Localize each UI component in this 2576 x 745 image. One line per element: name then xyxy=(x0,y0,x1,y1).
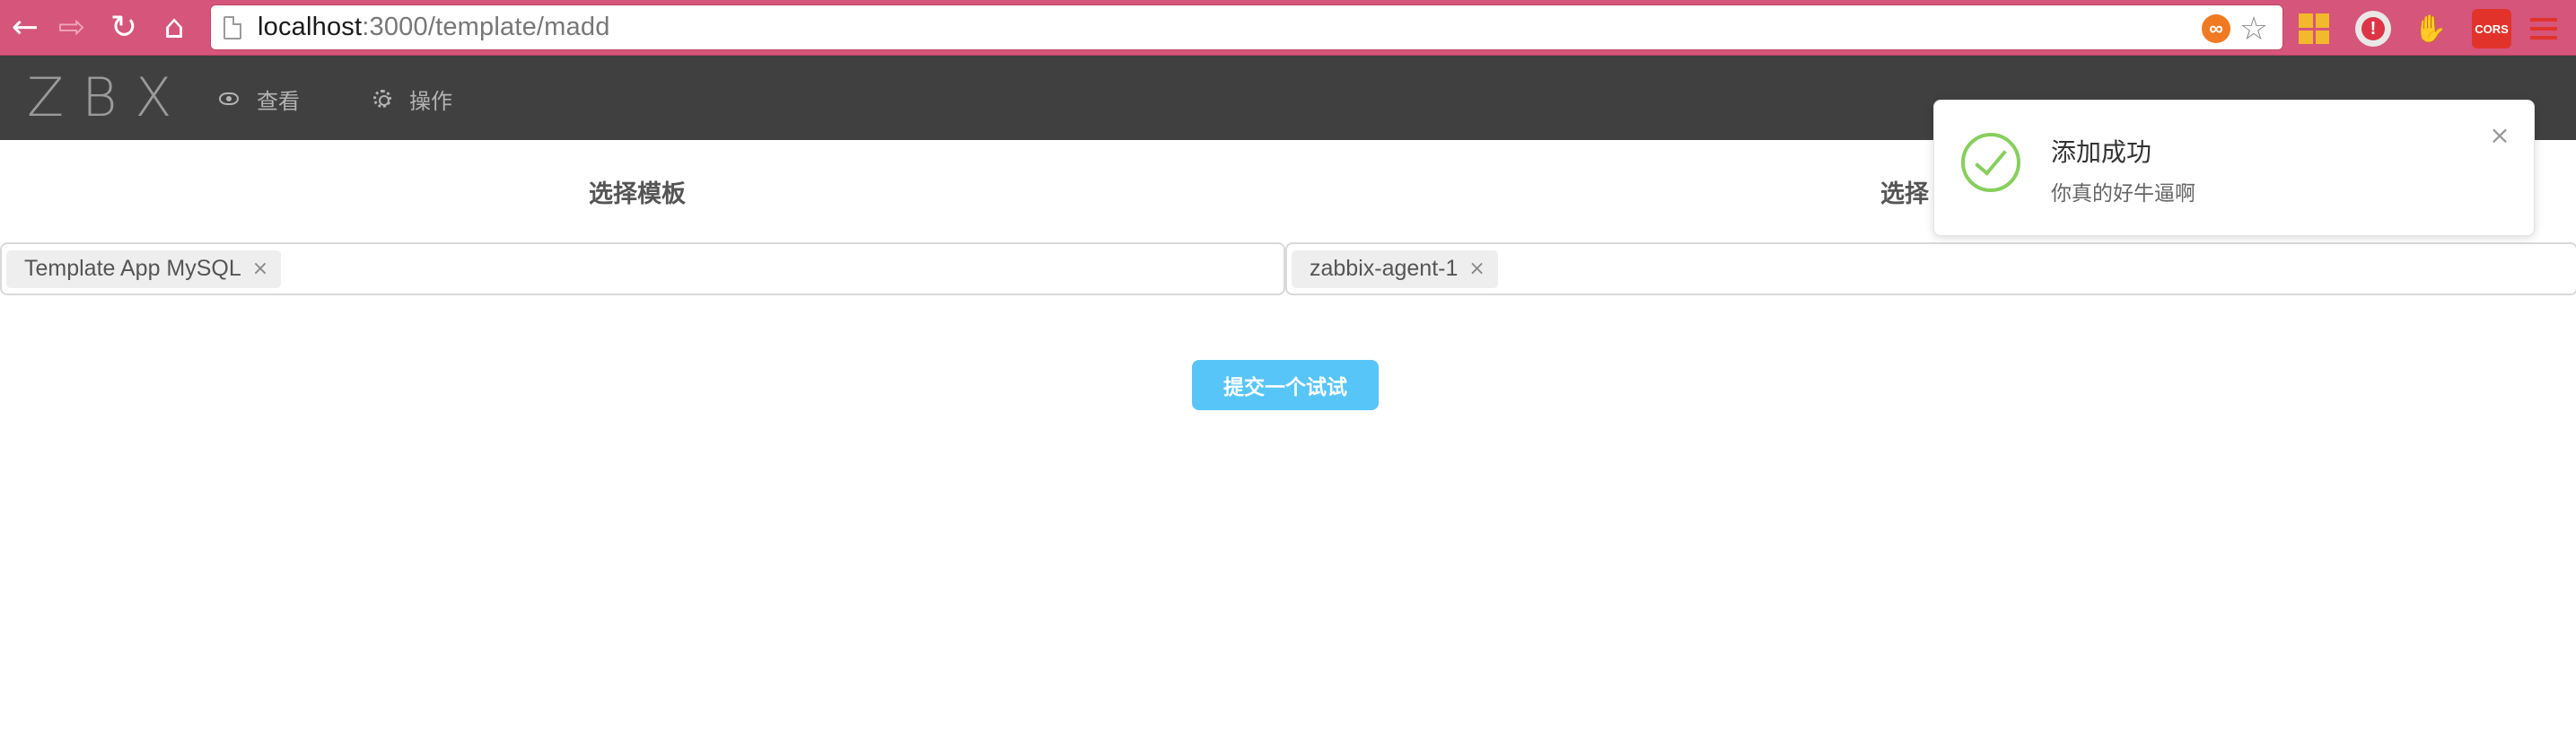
host-multiselect[interactable]: zabbix-agent-1 × xyxy=(1285,242,2576,295)
logo: ZBX xyxy=(27,66,190,129)
grid-extension-icon[interactable] xyxy=(2296,11,2332,47)
notification-description: 你真的好牛逼啊 xyxy=(2051,181,2195,205)
forward-icon[interactable]: ⇨ xyxy=(52,8,92,48)
gear-icon xyxy=(373,90,391,108)
browser-toolbar: ← ⇨ ↻ ⌂ localhost:3000/template/madd ∞ ☆… xyxy=(0,0,2576,56)
alert-mark: ! xyxy=(2361,17,2385,40)
address-bar[interactable]: localhost:3000/template/madd ∞ ☆ xyxy=(210,4,2283,50)
tag-label: Template App MySQL xyxy=(24,256,241,281)
tag-close-icon[interactable]: × xyxy=(252,258,268,280)
selected-tag: Template App MySQL × xyxy=(6,250,282,288)
page-icon xyxy=(223,15,241,39)
check-circle-icon xyxy=(1961,133,2020,192)
url-host: localhost xyxy=(258,13,363,41)
menu-item-label: 操作 xyxy=(409,89,452,114)
cors-extension-icon[interactable]: CORS xyxy=(2472,9,2511,48)
url-path: :3000/template/madd xyxy=(362,13,610,41)
selected-tag: zabbix-agent-1 × xyxy=(1292,250,1498,288)
tag-label: zabbix-agent-1 xyxy=(1310,256,1459,281)
menu-item-label: 查看 xyxy=(257,89,300,114)
home-icon[interactable]: ⌂ xyxy=(154,8,194,48)
url-text[interactable]: localhost:3000/template/madd xyxy=(258,13,610,42)
menu-icon[interactable] xyxy=(2526,11,2562,47)
template-multiselect[interactable]: Template App MySQL × xyxy=(0,242,1285,295)
alert-extension-icon[interactable]: ! xyxy=(2355,11,2391,47)
reload-icon[interactable]: ↻ xyxy=(104,8,144,48)
menu-item-operation[interactable]: 操作 xyxy=(373,81,452,117)
infinity-extension-icon[interactable]: ∞ xyxy=(2202,14,2230,43)
host-select-title: 选择 xyxy=(1880,180,1929,207)
success-notification: 添加成功 你真的好牛逼啊 × xyxy=(1933,100,2535,236)
tag-close-icon[interactable]: × xyxy=(1468,258,1485,280)
menu-item-view[interactable]: 查看 xyxy=(219,81,300,117)
submit-button[interactable]: 提交一个试试 xyxy=(1192,360,1379,410)
back-icon[interactable]: ← xyxy=(5,8,45,48)
template-select-title: 选择模板 xyxy=(589,180,686,207)
close-icon[interactable]: × xyxy=(2485,120,2514,150)
glove-extension-icon[interactable]: ✋ xyxy=(2413,11,2449,47)
eye-icon xyxy=(219,92,239,105)
bookmark-star-icon[interactable]: ☆ xyxy=(2239,11,2268,48)
notification-title: 添加成功 xyxy=(2051,138,2152,166)
